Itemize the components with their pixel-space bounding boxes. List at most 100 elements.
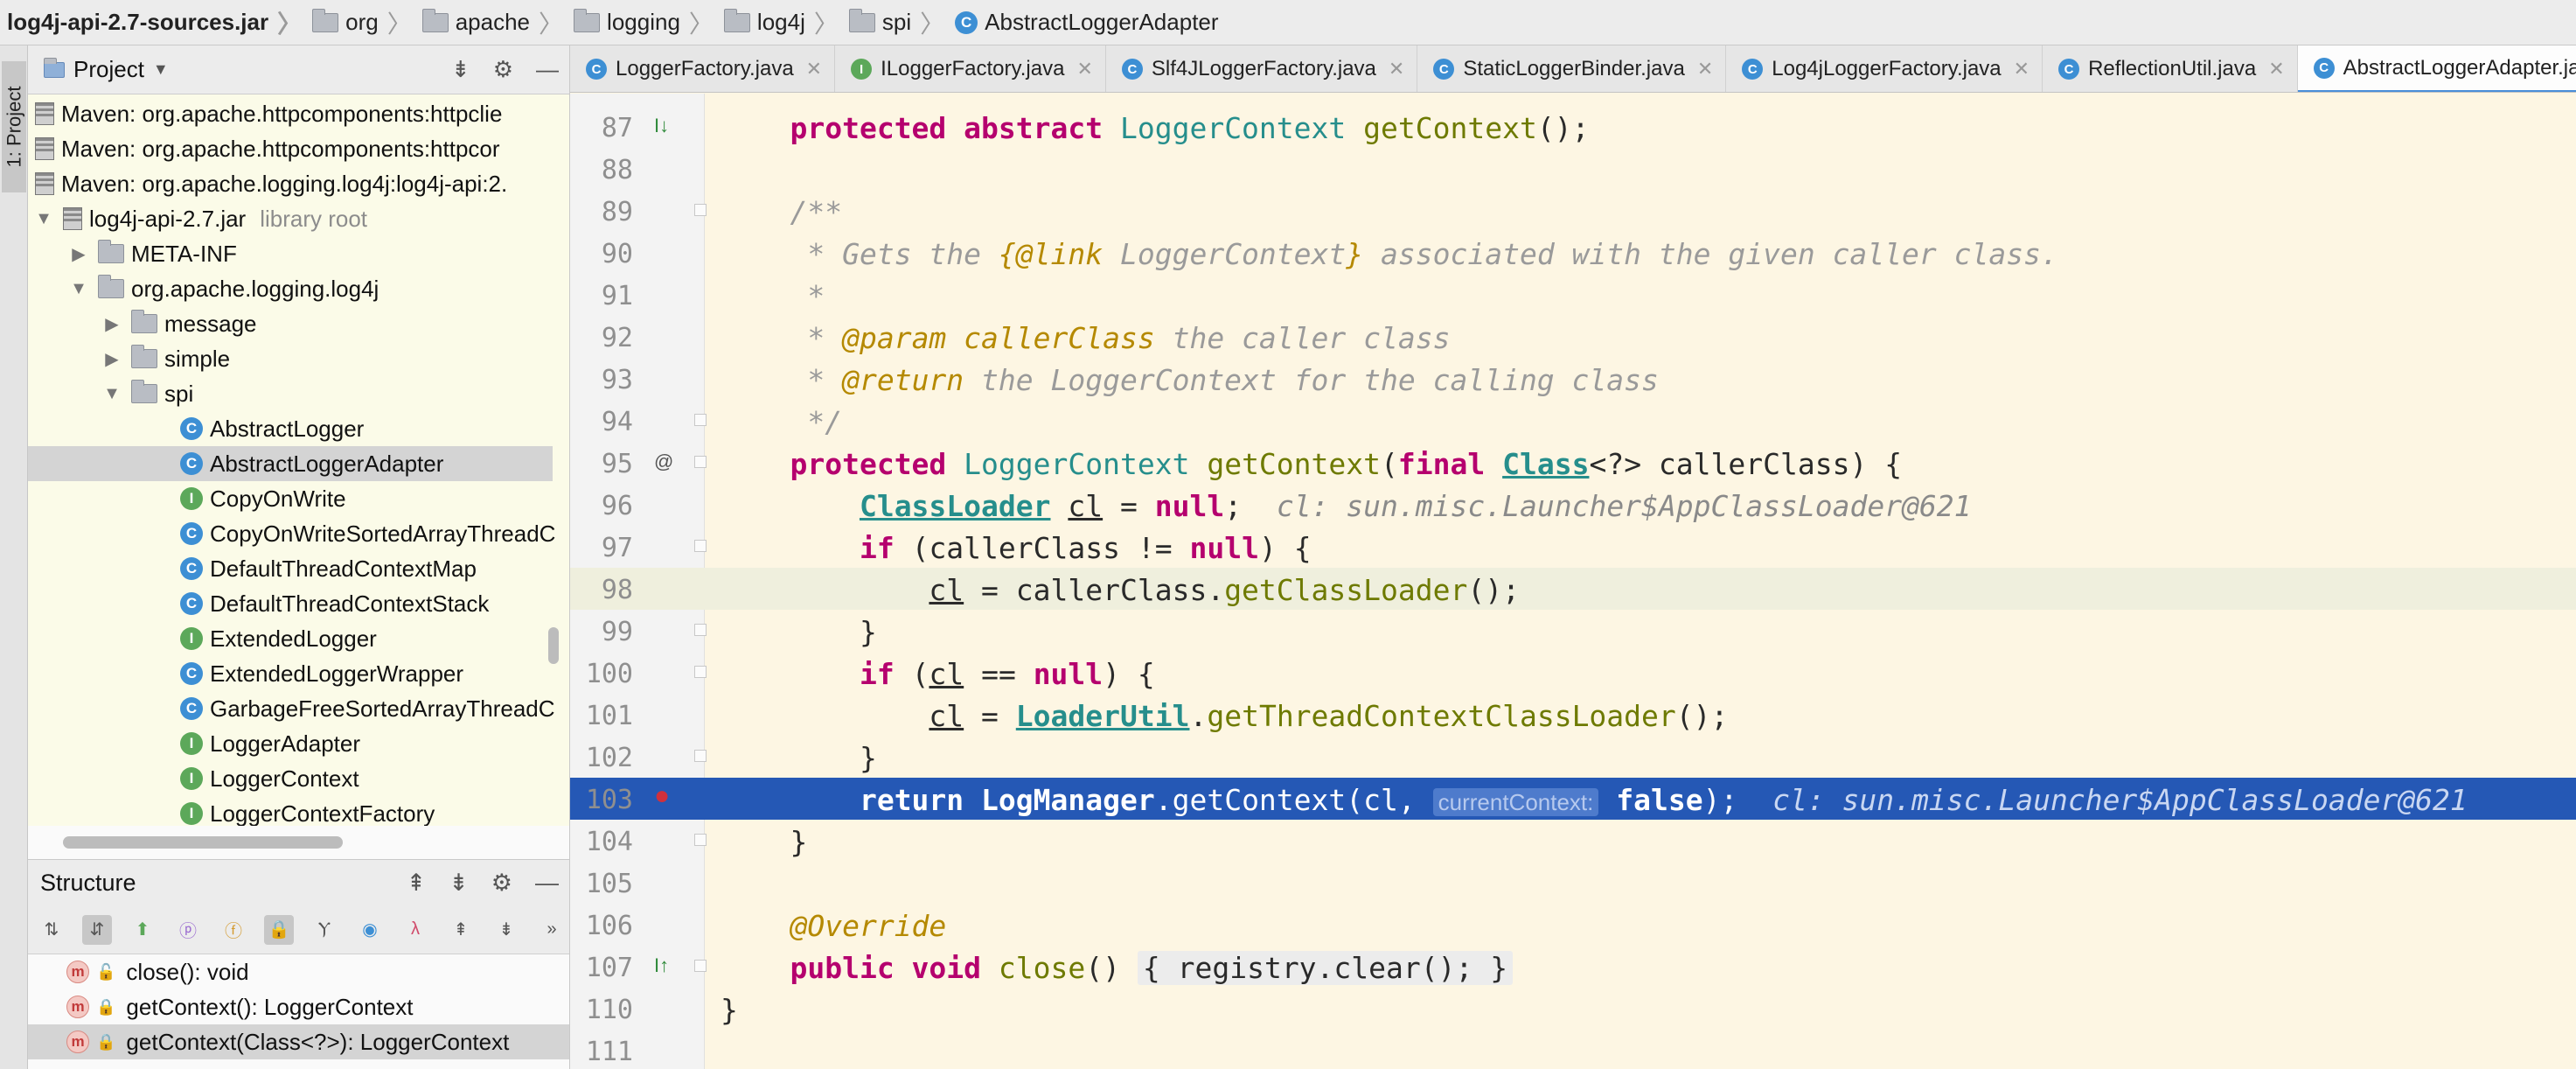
show-properties-icon[interactable]: ⓟ: [173, 915, 203, 945]
editor-tab[interactable]: I ILoggerFactory.java ✕: [835, 45, 1106, 92]
tree-item[interactable]: ▶ message: [28, 306, 553, 341]
code-line[interactable]: 92 * @param callerClass the caller class: [570, 316, 2576, 358]
show-fields-icon[interactable]: ⓕ: [219, 915, 248, 945]
code-line[interactable]: 97 if (callerClass != null) {: [570, 526, 2576, 568]
close-icon[interactable]: ✕: [1076, 58, 1092, 80]
expand-icon[interactable]: ⇞: [446, 915, 476, 945]
tree-item[interactable]: I CopyOnWrite: [28, 481, 553, 516]
breadcrumb-item[interactable]: logging 〉: [570, 0, 721, 45]
tree-item[interactable]: Maven: org.apache.httpcomponents:httpcor: [28, 131, 553, 166]
code-line[interactable]: 99 }: [570, 610, 2576, 652]
at-icon[interactable]: @: [654, 451, 673, 473]
sort-visibility-icon[interactable]: ⇅: [37, 915, 66, 945]
show-lambdas-circle-icon[interactable]: ◉: [355, 915, 385, 945]
tree-item[interactable]: ▶ simple: [28, 341, 553, 376]
sort-alpha-icon[interactable]: ⇵: [82, 914, 112, 945]
fold-marker-icon[interactable]: [694, 204, 707, 216]
tree-item[interactable]: C ExtendedLoggerWrapper: [28, 656, 553, 691]
fold-marker-icon[interactable]: [694, 624, 707, 636]
tree-item[interactable]: I LoggerContext: [28, 761, 553, 796]
code-editor[interactable]: 87 I↓ protected abstract LoggerContext ge…: [570, 94, 2576, 1069]
code-line[interactable]: 87 I↓ protected abstract LoggerContext ge…: [570, 106, 2576, 148]
editor-tab[interactable]: C Log4jLoggerFactory.java ✕: [1726, 45, 2043, 92]
code-line[interactable]: 105: [570, 862, 2576, 904]
fold-marker-icon[interactable]: [694, 540, 707, 552]
fold-marker-icon[interactable]: [694, 414, 707, 426]
tree-item[interactable]: C GarbageFreeSortedArrayThreadC: [28, 691, 555, 726]
minimize-icon[interactable]: —: [535, 870, 559, 897]
editor-tab[interactable]: C LoggerFactory.java ✕: [570, 45, 836, 92]
chevron-down-icon[interactable]: ▼: [153, 60, 169, 79]
code-line[interactable]: 107 I↑ public void close() { registry.cle…: [570, 946, 2576, 988]
close-icon[interactable]: ✕: [806, 58, 822, 80]
code-line[interactable]: 110}: [570, 988, 2576, 1030]
structure-item[interactable]: m 🔒 getContext(Class<?>): LoggerContext: [28, 1024, 569, 1059]
show-non-public-icon[interactable]: 🔒: [264, 914, 294, 945]
code-line[interactable]: 91 *: [570, 274, 2576, 316]
close-icon[interactable]: ✕: [1697, 58, 1713, 80]
structure-item[interactable]: m 🔓 close(): void: [28, 954, 569, 989]
expand-arrow-icon[interactable]: ▼: [35, 209, 52, 229]
minimize-icon[interactable]: —: [536, 56, 559, 83]
more-icon[interactable]: »: [537, 915, 567, 945]
code-line[interactable]: 102 }: [570, 736, 2576, 778]
override-up-icon[interactable]: I↑: [654, 954, 669, 977]
code-line[interactable]: 89 /**: [570, 190, 2576, 232]
code-line[interactable]: 100 if (cl == null) {: [570, 652, 2576, 694]
code-line[interactable]: 106 @Override: [570, 904, 2576, 946]
close-icon[interactable]: ✕: [2268, 58, 2284, 80]
breadcrumb-item[interactable]: spi 〉: [846, 0, 951, 45]
editor-tab[interactable]: C Slf4JLoggerFactory.java ✕: [1106, 45, 1418, 92]
horizontal-scrollbar[interactable]: [63, 836, 343, 849]
tree-item[interactable]: ▼ spi: [28, 376, 553, 411]
code-line[interactable]: 101 cl = LoaderUtil.getThreadContextClas…: [570, 694, 2576, 736]
expand-all-icon[interactable]: ⇞: [407, 870, 427, 897]
code-line[interactable]: 98 cl = callerClass.getClassLoader();: [570, 568, 2576, 610]
code-line[interactable]: 88: [570, 148, 2576, 190]
fold-marker-icon[interactable]: [694, 960, 707, 972]
collapse-all-icon[interactable]: ⇟: [449, 870, 469, 897]
collapse-arrow-icon[interactable]: ▶: [103, 313, 121, 335]
breakpoint-icon[interactable]: ●: [654, 781, 670, 811]
tree-item[interactable]: I ExtendedLogger: [28, 621, 553, 656]
gear-icon[interactable]: ⚙: [491, 870, 512, 897]
code-line[interactable]: 96 ClassLoader cl = null; cl: sun.misc.L…: [570, 484, 2576, 526]
code-line[interactable]: 104 }: [570, 820, 2576, 862]
close-icon[interactable]: ✕: [1389, 58, 1404, 80]
breadcrumb-item[interactable]: log4j-api-2.7-sources.jar 〉: [7, 0, 309, 45]
tree-item[interactable]: ▼ org.apache.logging.log4j: [28, 271, 553, 306]
editor-tab[interactable]: C AbstractLoggerAdapter.java: [2297, 45, 2576, 92]
project-tool-button[interactable]: 1: Project: [2, 61, 26, 192]
expand-arrow-icon[interactable]: ▼: [103, 384, 121, 404]
breadcrumb-item[interactable]: org 〉: [309, 0, 419, 45]
tree-item[interactable]: C AbstractLogger: [28, 411, 553, 446]
fold-marker-icon[interactable]: [694, 456, 707, 468]
tree-item[interactable]: C AbstractLoggerAdapter: [28, 446, 553, 481]
tree-item[interactable]: Maven: org.apache.logging.log4j:log4j-ap…: [28, 166, 553, 201]
tree-item[interactable]: ▼ log4j-api-2.7.jar library root: [28, 201, 553, 236]
gear-icon[interactable]: ⚙: [493, 56, 513, 83]
fold-marker-icon[interactable]: [694, 750, 707, 762]
fold-marker-icon[interactable]: [694, 666, 707, 678]
close-icon[interactable]: ✕: [2014, 58, 2029, 80]
project-view-title[interactable]: Project: [73, 56, 144, 83]
breadcrumb-item[interactable]: apache 〉: [419, 0, 570, 45]
tree-item[interactable]: I LoggerContextFactory: [28, 796, 553, 826]
tree-item[interactable]: C CopyOnWriteSortedArrayThreadC: [28, 516, 555, 551]
tree-item[interactable]: I LoggerAdapter: [28, 726, 553, 761]
tree-item[interactable]: C DefaultThreadContextMap: [28, 551, 553, 586]
expand-arrow-icon[interactable]: ▼: [70, 279, 87, 299]
code-line[interactable]: 93 * @return the LoggerContext for the c…: [570, 358, 2576, 400]
show-inherited-icon[interactable]: ⬆: [128, 915, 157, 945]
tree-item[interactable]: Maven: org.apache.httpcomponents:httpcli…: [28, 96, 553, 131]
implements-up-icon[interactable]: I↓: [654, 115, 669, 137]
breadcrumb-item[interactable]: log4j 〉: [721, 0, 846, 45]
collapse-icon[interactable]: ⇟: [491, 915, 521, 945]
code-line[interactable]: 94 */: [570, 400, 2576, 442]
collapse-all-icon[interactable]: ⇟: [451, 56, 470, 83]
tree-item[interactable]: C DefaultThreadContextStack: [28, 586, 553, 621]
breadcrumb-item[interactable]: C AbstractLoggerAdapter: [951, 0, 1219, 45]
show-anonymous-icon[interactable]: Ⲩ: [310, 915, 339, 945]
code-line[interactable]: 103 ● return LogManager.getContext(cl, cu…: [570, 778, 2576, 820]
editor-tab[interactable]: C StaticLoggerBinder.java ✕: [1417, 45, 1727, 92]
